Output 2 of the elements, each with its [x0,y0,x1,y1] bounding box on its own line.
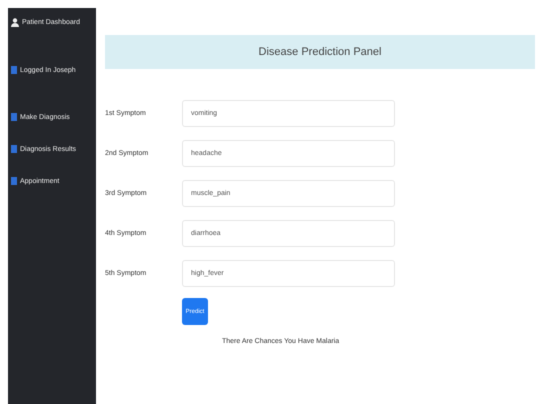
user-icon [11,18,19,27]
panel-title: Disease Prediction Panel [105,35,535,69]
